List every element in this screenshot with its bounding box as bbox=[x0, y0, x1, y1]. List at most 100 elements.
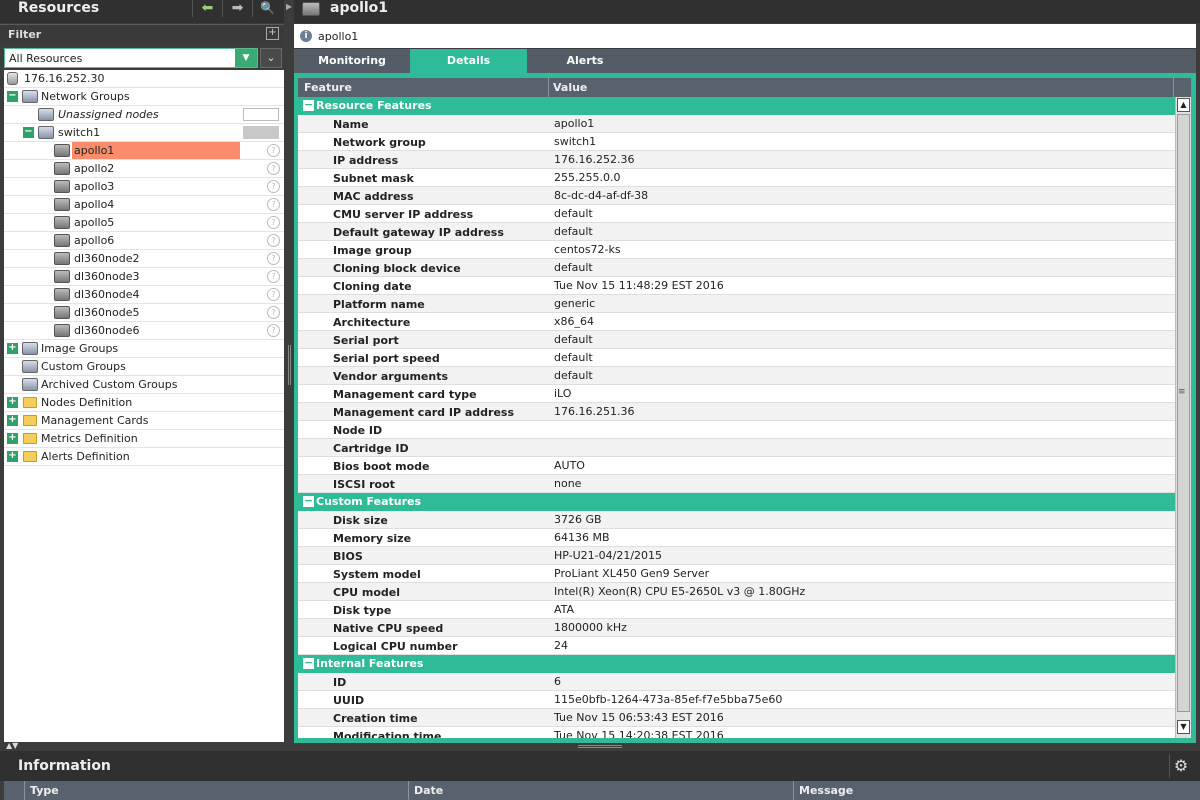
expand-toggle[interactable]: + bbox=[7, 343, 18, 354]
feature-row[interactable]: System model ProLiant XL450 Gen9 Server bbox=[298, 565, 1175, 583]
expand-toggle[interactable]: + bbox=[7, 433, 18, 444]
column-header-message[interactable]: Message bbox=[799, 784, 853, 797]
vertical-scrollbar[interactable]: ≡ ▲ ▼ bbox=[1175, 97, 1191, 738]
feature-row[interactable]: Serial port default bbox=[298, 331, 1175, 349]
splitter-grip[interactable] bbox=[578, 745, 622, 748]
tree-item-dl360node4[interactable]: dl360node4 ? bbox=[4, 286, 284, 304]
feature-row[interactable]: Cloning block device default bbox=[298, 259, 1175, 277]
feature-row[interactable]: Cartridge ID bbox=[298, 439, 1175, 457]
tree-item-dl360node3[interactable]: dl360node3 ? bbox=[4, 268, 284, 286]
feature-row[interactable]: ISCSI root none bbox=[298, 475, 1175, 493]
feature-row[interactable]: Cloning date Tue Nov 15 11:48:29 EST 2016 bbox=[298, 277, 1175, 295]
expand-toggle[interactable]: + bbox=[7, 451, 18, 462]
resource-filter-select[interactable]: All Resources ▼ bbox=[4, 48, 258, 68]
section-header[interactable]: − Resource Features bbox=[298, 97, 1175, 115]
tree-item-root[interactable]: 176.16.252.30 bbox=[4, 70, 284, 88]
tree-item-unassigned-nodes[interactable]: Unassigned nodes bbox=[4, 106, 284, 124]
column-header-value[interactable]: Value bbox=[553, 81, 587, 94]
collapse-section-icon[interactable]: − bbox=[303, 657, 314, 669]
left-panel-resize[interactable]: ▲▼ bbox=[0, 741, 284, 751]
tree-item-dl360node5[interactable]: dl360node5 ? bbox=[4, 304, 284, 322]
column-divider[interactable] bbox=[548, 78, 549, 97]
collapse-section-icon[interactable]: − bbox=[303, 99, 314, 111]
tree-item-dl360node2[interactable]: dl360node2 ? bbox=[4, 250, 284, 268]
help-icon[interactable]: ? bbox=[267, 270, 280, 283]
help-icon[interactable]: ? bbox=[267, 288, 280, 301]
column-header-feature[interactable]: Feature bbox=[304, 81, 352, 94]
help-icon[interactable]: ? bbox=[267, 306, 280, 319]
feature-row[interactable]: Management card IP address 176.16.251.36 bbox=[298, 403, 1175, 421]
feature-row[interactable]: Subnet mask 255.255.0.0 bbox=[298, 169, 1175, 187]
feature-row[interactable]: Memory size 64136 MB bbox=[298, 529, 1175, 547]
tab-details[interactable]: Details bbox=[410, 49, 527, 73]
help-icon[interactable]: ? bbox=[267, 144, 280, 157]
feature-row[interactable]: BIOS HP-U21-04/21/2015 bbox=[298, 547, 1175, 565]
help-icon[interactable]: ? bbox=[267, 216, 280, 229]
help-icon[interactable]: ? bbox=[267, 324, 280, 337]
feature-row[interactable]: Creation time Tue Nov 15 06:53:43 EST 201… bbox=[298, 709, 1175, 727]
feature-row[interactable]: Architecture x86_64 bbox=[298, 313, 1175, 331]
tree-item-dl360node6[interactable]: dl360node6 ? bbox=[4, 322, 284, 340]
feature-row[interactable]: Image group centos72-ks bbox=[298, 241, 1175, 259]
feature-row[interactable]: Vendor arguments default bbox=[298, 367, 1175, 385]
horizontal-splitter[interactable] bbox=[294, 743, 1200, 751]
tree-item-switch1[interactable]: − switch1 bbox=[4, 124, 284, 142]
tree-item-alerts-definition[interactable]: + Alerts Definition bbox=[4, 448, 284, 466]
feature-row[interactable]: Name apollo1 bbox=[298, 115, 1175, 133]
collapse-toggle[interactable]: − bbox=[23, 127, 34, 138]
feature-row[interactable]: Disk type ATA bbox=[298, 601, 1175, 619]
tree-item-nodes-definition[interactable]: + Nodes Definition bbox=[4, 394, 284, 412]
feature-row[interactable]: IP address 176.16.252.36 bbox=[298, 151, 1175, 169]
feature-row[interactable]: MAC address 8c-dc-d4-af-df-38 bbox=[298, 187, 1175, 205]
help-icon[interactable]: ? bbox=[267, 180, 280, 193]
section-header[interactable]: − Custom Features bbox=[298, 493, 1175, 511]
collapse-filter-button[interactable]: ⌄ bbox=[260, 48, 282, 68]
scrollbar-thumb[interactable] bbox=[1177, 114, 1190, 712]
expand-all-button[interactable]: + bbox=[266, 27, 279, 40]
feature-row[interactable]: CMU server IP address default bbox=[298, 205, 1175, 223]
help-icon[interactable]: ? bbox=[267, 162, 280, 175]
collapse-toggle[interactable]: − bbox=[7, 91, 18, 102]
feature-row[interactable]: Serial port speed default bbox=[298, 349, 1175, 367]
column-header-type[interactable]: Type bbox=[30, 784, 59, 797]
scroll-down-icon[interactable]: ▼ bbox=[1177, 720, 1190, 734]
feature-row[interactable]: ID 6 bbox=[298, 673, 1175, 691]
help-icon[interactable]: ? bbox=[267, 198, 280, 211]
tree-item-image-groups[interactable]: + Image Groups bbox=[4, 340, 284, 358]
tree-item-metrics-definition[interactable]: + Metrics Definition bbox=[4, 430, 284, 448]
feature-row[interactable]: Node ID bbox=[298, 421, 1175, 439]
collapse-left-icon[interactable]: ▶ bbox=[286, 2, 292, 11]
help-icon[interactable]: ? bbox=[267, 252, 280, 265]
tree-item-archived-custom-groups[interactable]: Archived Custom Groups bbox=[4, 376, 284, 394]
tab-alerts[interactable]: Alerts bbox=[527, 49, 643, 73]
splitter-grip[interactable] bbox=[288, 345, 291, 385]
tree-item-apollo3[interactable]: apollo3 ? bbox=[4, 178, 284, 196]
tab-monitoring[interactable]: Monitoring bbox=[294, 49, 410, 73]
settings-button[interactable]: ⚙ bbox=[1169, 754, 1192, 778]
tree-item-apollo6[interactable]: apollo6 ? bbox=[4, 232, 284, 250]
feature-row[interactable]: Native CPU speed 1800000 kHz bbox=[298, 619, 1175, 637]
tree-item-management-cards[interactable]: + Management Cards bbox=[4, 412, 284, 430]
feature-row[interactable]: Modification time Tue Nov 15 14:20:38 EST… bbox=[298, 727, 1175, 738]
feature-row[interactable]: Bios boot mode AUTO bbox=[298, 457, 1175, 475]
feature-row[interactable]: CPU model Intel(R) Xeon(R) CPU E5-2650L v… bbox=[298, 583, 1175, 601]
scroll-up-icon[interactable]: ▲ bbox=[1177, 98, 1190, 112]
tree-item-apollo4[interactable]: apollo4 ? bbox=[4, 196, 284, 214]
feature-row[interactable]: Network group switch1 bbox=[298, 133, 1175, 151]
forward-button[interactable]: ➡ bbox=[222, 0, 252, 17]
feature-row[interactable]: Disk size 3726 GB bbox=[298, 511, 1175, 529]
feature-row[interactable]: UUID 115e0bfb-1264-473a-85ef-f7e5bba75e60 bbox=[298, 691, 1175, 709]
tree-item-custom-groups[interactable]: Custom Groups bbox=[4, 358, 284, 376]
chevron-down-icon[interactable]: ▼ bbox=[235, 49, 257, 67]
expand-toggle[interactable]: + bbox=[7, 415, 18, 426]
feature-row[interactable]: Management card type iLO bbox=[298, 385, 1175, 403]
tree-item-apollo2[interactable]: apollo2 ? bbox=[4, 160, 284, 178]
feature-row[interactable]: Platform name generic bbox=[298, 295, 1175, 313]
feature-row[interactable]: Default gateway IP address default bbox=[298, 223, 1175, 241]
collapse-section-icon[interactable]: − bbox=[303, 495, 314, 507]
tree-item-apollo5[interactable]: apollo5 ? bbox=[4, 214, 284, 232]
section-header[interactable]: − Internal Features bbox=[298, 655, 1175, 673]
help-icon[interactable]: ? bbox=[267, 234, 280, 247]
vertical-splitter[interactable]: ▶ bbox=[286, 0, 294, 751]
feature-row[interactable]: Logical CPU number 24 bbox=[298, 637, 1175, 655]
